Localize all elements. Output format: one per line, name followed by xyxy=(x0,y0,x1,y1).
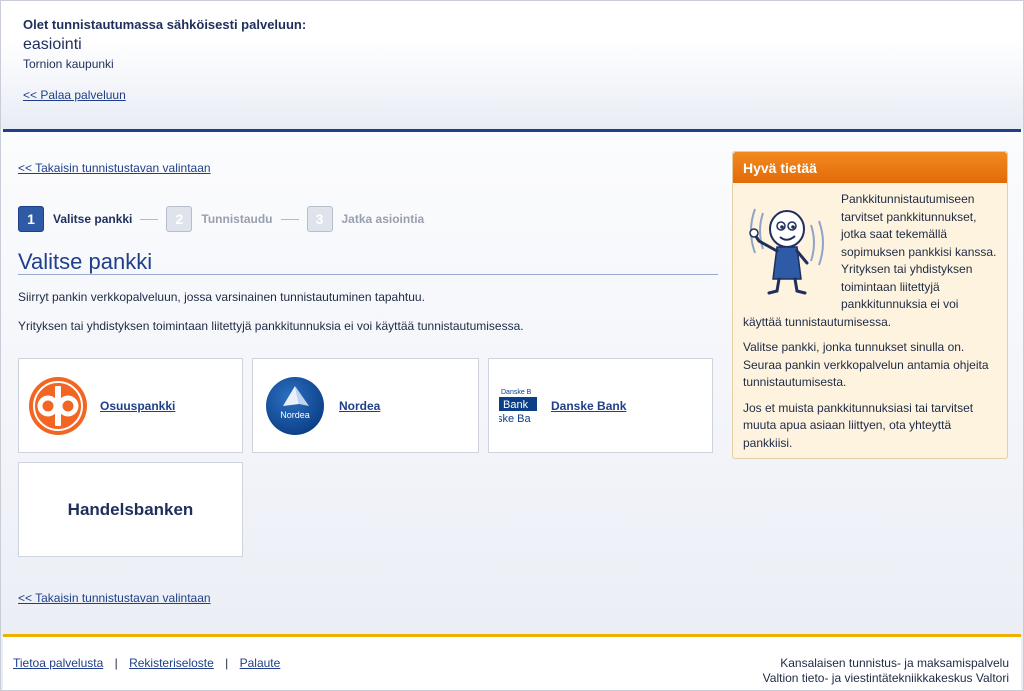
bank-tile-handelsbanken[interactable]: Handelsbanken xyxy=(18,462,243,557)
good-to-know-box: Hyvä tietää Pankkitunnistautumiseen tarv… xyxy=(732,151,1008,459)
bank-label-osuuspankki[interactable]: Osuuspankki xyxy=(100,399,175,413)
danske-logo-line-1: Danske B xyxy=(501,389,532,396)
step-separator xyxy=(140,218,159,220)
footer-link-feedback[interactable]: Palaute xyxy=(240,656,281,670)
good-to-know-title: Hyvä tietää xyxy=(733,152,1007,183)
footer-provider: Kansalaisen tunnistus- ja maksamispalvel… xyxy=(763,656,1009,686)
info-paragraph-3: Jos et muista pankkitunnuksiasi tai tarv… xyxy=(743,400,974,450)
organization-name: Tornion kaupunki xyxy=(23,57,114,71)
progress-steps: 1 Valitse pankki 2 Tunnistaudu 3 Jatka a… xyxy=(18,206,424,232)
footer-links: Tietoa palvelusta | Rekisteriseloste | P… xyxy=(13,656,280,670)
danske-logo-line-2: Bank xyxy=(503,399,529,411)
info-paragraph-2: Valitse pankki, jonka tunnukset sinulla … xyxy=(743,340,989,389)
danske-logo-icon: Danske B Bank ske Ba xyxy=(499,385,537,426)
return-to-service-link[interactable]: << Palaa palveluun xyxy=(23,88,126,102)
step-1-number: 1 xyxy=(18,206,44,232)
header-intro: Olet tunnistautumassa sähköisesti palvel… xyxy=(23,17,307,32)
bank-tile-nordea[interactable]: Nordea Nordea xyxy=(252,358,479,453)
back-to-method-selection-link-top[interactable]: << Takaisin tunnistustavan valintaan xyxy=(18,161,211,175)
nordea-logo-icon: Nordea xyxy=(266,376,324,435)
step-2-label: Tunnistaudu xyxy=(201,212,273,226)
bank-label-danske-bank[interactable]: Danske Bank xyxy=(551,399,626,413)
waving-mascot-icon xyxy=(749,208,824,295)
footer-service-name: Kansalaisen tunnistus- ja maksamispalvel… xyxy=(780,656,1009,670)
step-separator xyxy=(280,218,299,220)
footer-separator: | xyxy=(114,656,118,670)
bank-label-handelsbanken[interactable]: Handelsbanken xyxy=(68,500,194,520)
business-notice-paragraph: Yrityksen tai yhdistyksen toimintaan lii… xyxy=(18,319,524,333)
header-divider xyxy=(3,129,1021,132)
danske-logo-line-3: ske Ba xyxy=(499,413,532,425)
title-divider xyxy=(18,274,718,275)
bank-tile-danske-bank[interactable]: Danske B Bank ske Ba Danske Bank xyxy=(488,358,713,453)
step-3-label: Jatka asiointia xyxy=(341,212,425,226)
op-logo-icon xyxy=(29,376,87,435)
footer-separator: | xyxy=(225,656,229,670)
step-1-label: Valitse pankki xyxy=(53,212,133,226)
footer-link-privacy[interactable]: Rekisteriseloste xyxy=(129,656,214,670)
header: Olet tunnistautumassa sähköisesti palvel… xyxy=(1,1,1023,129)
step-2-number: 2 xyxy=(166,206,193,232)
footer-link-about[interactable]: Tietoa palvelusta xyxy=(13,656,103,670)
step-3-number: 3 xyxy=(306,206,333,232)
back-to-method-selection-link-bottom[interactable]: << Takaisin tunnistustavan valintaan xyxy=(18,591,211,605)
nordea-logo-text: Nordea xyxy=(280,410,310,420)
service-name: easiointi xyxy=(23,36,82,53)
good-to-know-body: Pankkitunnistautumiseen tarvitset pankki… xyxy=(733,183,1007,452)
intro-paragraph: Siirryt pankin verkkopalveluun, jossa va… xyxy=(18,290,425,304)
footer-provider-name: Valtion tieto- ja viestintätekniikkakesk… xyxy=(762,671,1009,685)
bank-label-nordea[interactable]: Nordea xyxy=(339,399,380,413)
page-title: Valitse pankki xyxy=(18,249,153,274)
bank-tile-osuuspankki[interactable]: Osuuspankki xyxy=(18,358,243,453)
